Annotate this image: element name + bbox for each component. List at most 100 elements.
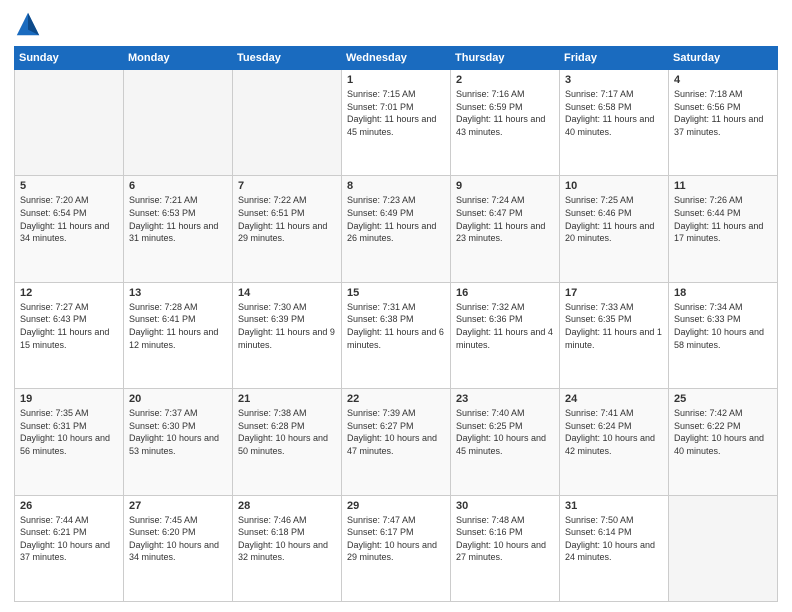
day-number: 10	[565, 180, 663, 192]
page: SundayMondayTuesdayWednesdayThursdayFrid…	[0, 0, 792, 612]
day-info: Sunrise: 7:39 AMSunset: 6:27 PMDaylight:…	[347, 407, 445, 457]
calendar-cell: 14 Sunrise: 7:30 AMSunset: 6:39 PMDaylig…	[233, 282, 342, 388]
calendar-cell: 18 Sunrise: 7:34 AMSunset: 6:33 PMDaylig…	[669, 282, 778, 388]
calendar-cell: 28 Sunrise: 7:46 AMSunset: 6:18 PMDaylig…	[233, 495, 342, 601]
day-info: Sunrise: 7:30 AMSunset: 6:39 PMDaylight:…	[238, 301, 336, 351]
day-info: Sunrise: 7:41 AMSunset: 6:24 PMDaylight:…	[565, 407, 663, 457]
calendar-week-row: 19 Sunrise: 7:35 AMSunset: 6:31 PMDaylig…	[15, 389, 778, 495]
day-number: 31	[565, 500, 663, 512]
day-info: Sunrise: 7:40 AMSunset: 6:25 PMDaylight:…	[456, 407, 554, 457]
day-info: Sunrise: 7:22 AMSunset: 6:51 PMDaylight:…	[238, 194, 336, 244]
day-number: 25	[674, 393, 772, 405]
day-number: 20	[129, 393, 227, 405]
day-number: 28	[238, 500, 336, 512]
day-number: 7	[238, 180, 336, 192]
day-number: 13	[129, 287, 227, 299]
day-number: 6	[129, 180, 227, 192]
day-info: Sunrise: 7:17 AMSunset: 6:58 PMDaylight:…	[565, 88, 663, 138]
calendar-header-row: SundayMondayTuesdayWednesdayThursdayFrid…	[15, 47, 778, 70]
calendar-cell: 12 Sunrise: 7:27 AMSunset: 6:43 PMDaylig…	[15, 282, 124, 388]
day-number: 22	[347, 393, 445, 405]
calendar-cell: 30 Sunrise: 7:48 AMSunset: 6:16 PMDaylig…	[451, 495, 560, 601]
day-info: Sunrise: 7:48 AMSunset: 6:16 PMDaylight:…	[456, 514, 554, 564]
calendar-cell: 2 Sunrise: 7:16 AMSunset: 6:59 PMDayligh…	[451, 70, 560, 176]
calendar-cell: 7 Sunrise: 7:22 AMSunset: 6:51 PMDayligh…	[233, 176, 342, 282]
day-number: 9	[456, 180, 554, 192]
day-info: Sunrise: 7:35 AMSunset: 6:31 PMDaylight:…	[20, 407, 118, 457]
calendar-header-monday: Monday	[124, 47, 233, 70]
calendar-cell: 3 Sunrise: 7:17 AMSunset: 6:58 PMDayligh…	[560, 70, 669, 176]
calendar-cell: 17 Sunrise: 7:33 AMSunset: 6:35 PMDaylig…	[560, 282, 669, 388]
day-number: 8	[347, 180, 445, 192]
day-number: 16	[456, 287, 554, 299]
calendar-cell: 1 Sunrise: 7:15 AMSunset: 7:01 PMDayligh…	[342, 70, 451, 176]
calendar-week-row: 12 Sunrise: 7:27 AMSunset: 6:43 PMDaylig…	[15, 282, 778, 388]
day-number: 26	[20, 500, 118, 512]
day-number: 30	[456, 500, 554, 512]
day-info: Sunrise: 7:31 AMSunset: 6:38 PMDaylight:…	[347, 301, 445, 351]
calendar-week-row: 5 Sunrise: 7:20 AMSunset: 6:54 PMDayligh…	[15, 176, 778, 282]
calendar-week-row: 26 Sunrise: 7:44 AMSunset: 6:21 PMDaylig…	[15, 495, 778, 601]
calendar-header-sunday: Sunday	[15, 47, 124, 70]
calendar-cell: 8 Sunrise: 7:23 AMSunset: 6:49 PMDayligh…	[342, 176, 451, 282]
calendar-cell	[15, 70, 124, 176]
day-number: 21	[238, 393, 336, 405]
day-number: 2	[456, 74, 554, 86]
calendar-cell: 11 Sunrise: 7:26 AMSunset: 6:44 PMDaylig…	[669, 176, 778, 282]
day-info: Sunrise: 7:16 AMSunset: 6:59 PMDaylight:…	[456, 88, 554, 138]
calendar-header-wednesday: Wednesday	[342, 47, 451, 70]
calendar-cell: 24 Sunrise: 7:41 AMSunset: 6:24 PMDaylig…	[560, 389, 669, 495]
calendar-cell: 22 Sunrise: 7:39 AMSunset: 6:27 PMDaylig…	[342, 389, 451, 495]
calendar-cell: 5 Sunrise: 7:20 AMSunset: 6:54 PMDayligh…	[15, 176, 124, 282]
day-number: 19	[20, 393, 118, 405]
day-info: Sunrise: 7:21 AMSunset: 6:53 PMDaylight:…	[129, 194, 227, 244]
day-info: Sunrise: 7:44 AMSunset: 6:21 PMDaylight:…	[20, 514, 118, 564]
day-info: Sunrise: 7:27 AMSunset: 6:43 PMDaylight:…	[20, 301, 118, 351]
day-info: Sunrise: 7:26 AMSunset: 6:44 PMDaylight:…	[674, 194, 772, 244]
calendar-cell: 20 Sunrise: 7:37 AMSunset: 6:30 PMDaylig…	[124, 389, 233, 495]
header	[14, 10, 778, 38]
day-info: Sunrise: 7:45 AMSunset: 6:20 PMDaylight:…	[129, 514, 227, 564]
calendar-header-tuesday: Tuesday	[233, 47, 342, 70]
day-info: Sunrise: 7:32 AMSunset: 6:36 PMDaylight:…	[456, 301, 554, 351]
calendar-cell: 23 Sunrise: 7:40 AMSunset: 6:25 PMDaylig…	[451, 389, 560, 495]
calendar-cell: 25 Sunrise: 7:42 AMSunset: 6:22 PMDaylig…	[669, 389, 778, 495]
calendar-header-friday: Friday	[560, 47, 669, 70]
day-number: 24	[565, 393, 663, 405]
calendar-cell: 4 Sunrise: 7:18 AMSunset: 6:56 PMDayligh…	[669, 70, 778, 176]
day-number: 29	[347, 500, 445, 512]
calendar-cell: 19 Sunrise: 7:35 AMSunset: 6:31 PMDaylig…	[15, 389, 124, 495]
day-info: Sunrise: 7:47 AMSunset: 6:17 PMDaylight:…	[347, 514, 445, 564]
day-info: Sunrise: 7:28 AMSunset: 6:41 PMDaylight:…	[129, 301, 227, 351]
day-number: 18	[674, 287, 772, 299]
calendar-cell: 10 Sunrise: 7:25 AMSunset: 6:46 PMDaylig…	[560, 176, 669, 282]
calendar-header-thursday: Thursday	[451, 47, 560, 70]
day-number: 15	[347, 287, 445, 299]
day-info: Sunrise: 7:38 AMSunset: 6:28 PMDaylight:…	[238, 407, 336, 457]
calendar-cell: 29 Sunrise: 7:47 AMSunset: 6:17 PMDaylig…	[342, 495, 451, 601]
day-info: Sunrise: 7:23 AMSunset: 6:49 PMDaylight:…	[347, 194, 445, 244]
day-info: Sunrise: 7:25 AMSunset: 6:46 PMDaylight:…	[565, 194, 663, 244]
day-info: Sunrise: 7:15 AMSunset: 7:01 PMDaylight:…	[347, 88, 445, 138]
day-info: Sunrise: 7:50 AMSunset: 6:14 PMDaylight:…	[565, 514, 663, 564]
day-number: 4	[674, 74, 772, 86]
day-info: Sunrise: 7:42 AMSunset: 6:22 PMDaylight:…	[674, 407, 772, 457]
day-info: Sunrise: 7:33 AMSunset: 6:35 PMDaylight:…	[565, 301, 663, 351]
calendar-cell: 15 Sunrise: 7:31 AMSunset: 6:38 PMDaylig…	[342, 282, 451, 388]
calendar-cell: 6 Sunrise: 7:21 AMSunset: 6:53 PMDayligh…	[124, 176, 233, 282]
day-info: Sunrise: 7:24 AMSunset: 6:47 PMDaylight:…	[456, 194, 554, 244]
calendar-week-row: 1 Sunrise: 7:15 AMSunset: 7:01 PMDayligh…	[15, 70, 778, 176]
day-number: 12	[20, 287, 118, 299]
calendar-header-saturday: Saturday	[669, 47, 778, 70]
calendar-cell: 27 Sunrise: 7:45 AMSunset: 6:20 PMDaylig…	[124, 495, 233, 601]
calendar-cell: 16 Sunrise: 7:32 AMSunset: 6:36 PMDaylig…	[451, 282, 560, 388]
day-number: 11	[674, 180, 772, 192]
logo	[14, 10, 46, 38]
day-number: 27	[129, 500, 227, 512]
day-info: Sunrise: 7:46 AMSunset: 6:18 PMDaylight:…	[238, 514, 336, 564]
logo-icon	[14, 10, 42, 38]
day-info: Sunrise: 7:18 AMSunset: 6:56 PMDaylight:…	[674, 88, 772, 138]
day-info: Sunrise: 7:20 AMSunset: 6:54 PMDaylight:…	[20, 194, 118, 244]
day-number: 17	[565, 287, 663, 299]
day-info: Sunrise: 7:34 AMSunset: 6:33 PMDaylight:…	[674, 301, 772, 351]
